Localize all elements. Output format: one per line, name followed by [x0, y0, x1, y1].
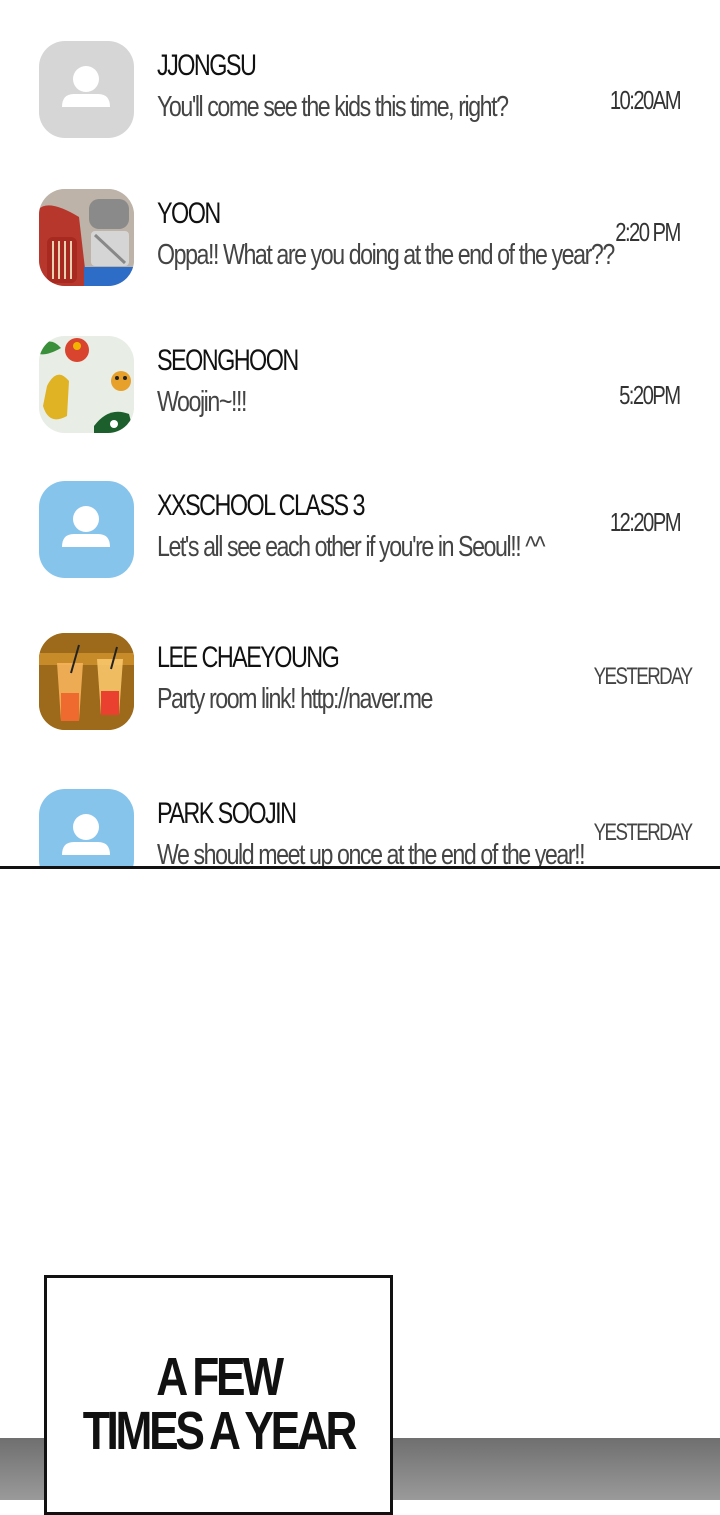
- chat-item[interactable]: LEE CHAEYOUNG Party room link! http://na…: [0, 633, 720, 743]
- avatar: [39, 189, 134, 286]
- caption-text: A FEW TIMES A YEAR: [78, 1350, 359, 1458]
- panel-border: [0, 866, 720, 869]
- chat-time: YESTERDAY: [594, 663, 694, 690]
- person-icon: [62, 66, 110, 107]
- chat-message: Let's all see each other if you're in Se…: [157, 531, 546, 563]
- chat-name: JJONGSU: [157, 49, 257, 82]
- chat-list: JJONGSU You'll come see the kids this ti…: [0, 0, 720, 866]
- avatar: [39, 41, 134, 138]
- chat-name: PARK SOOJIN: [157, 797, 297, 830]
- chat-item[interactable]: YOON Oppa!! What are you doing at the en…: [0, 189, 720, 299]
- caption-line-1: A FEW: [156, 1347, 284, 1407]
- chat-item[interactable]: SEONGHOON Woojin~!!! 5:20PM: [0, 336, 720, 446]
- avatar: [39, 336, 134, 433]
- chat-time: YESTERDAY: [594, 819, 694, 846]
- drinks-photo-icon: [39, 633, 134, 730]
- toys-photo-icon: [39, 336, 134, 433]
- chat-time: 12:20PM: [609, 507, 682, 537]
- chat-name: LEE CHAEYOUNG: [157, 641, 340, 674]
- caption-box: A FEW TIMES A YEAR: [44, 1275, 393, 1515]
- chat-name: XXSCHOOL CLASS 3: [157, 489, 366, 522]
- chat-message: Woojin~!!!: [157, 386, 247, 418]
- chat-message: Oppa!! What are you doing at the end of …: [157, 239, 615, 271]
- chat-item[interactable]: XXSCHOOL CLASS 3 Let's all see each othe…: [0, 481, 720, 591]
- machine-photo-icon: [39, 189, 134, 286]
- avatar: [39, 633, 134, 730]
- avatar: [39, 789, 134, 866]
- chat-time: 5:20PM: [619, 380, 681, 410]
- chat-name: SEONGHOON: [157, 344, 299, 377]
- chat-message: Party room link! http://naver.me: [157, 683, 433, 715]
- chat-message: You'll come see the kids this time, righ…: [157, 91, 509, 123]
- avatar: [39, 481, 134, 578]
- caption-line-2: TIMES A YEAR: [82, 1401, 358, 1461]
- person-icon: [62, 814, 110, 855]
- chat-time: 10:20AM: [609, 85, 682, 115]
- chat-item[interactable]: PARK SOOJIN We should meet up once at th…: [0, 789, 720, 866]
- chat-message: We should meet up once at the end of the…: [157, 839, 586, 866]
- chat-item[interactable]: JJONGSU You'll come see the kids this ti…: [0, 41, 720, 151]
- chat-time: 2:20 PM: [615, 217, 681, 247]
- person-icon: [62, 506, 110, 547]
- chat-name: YOON: [157, 197, 221, 230]
